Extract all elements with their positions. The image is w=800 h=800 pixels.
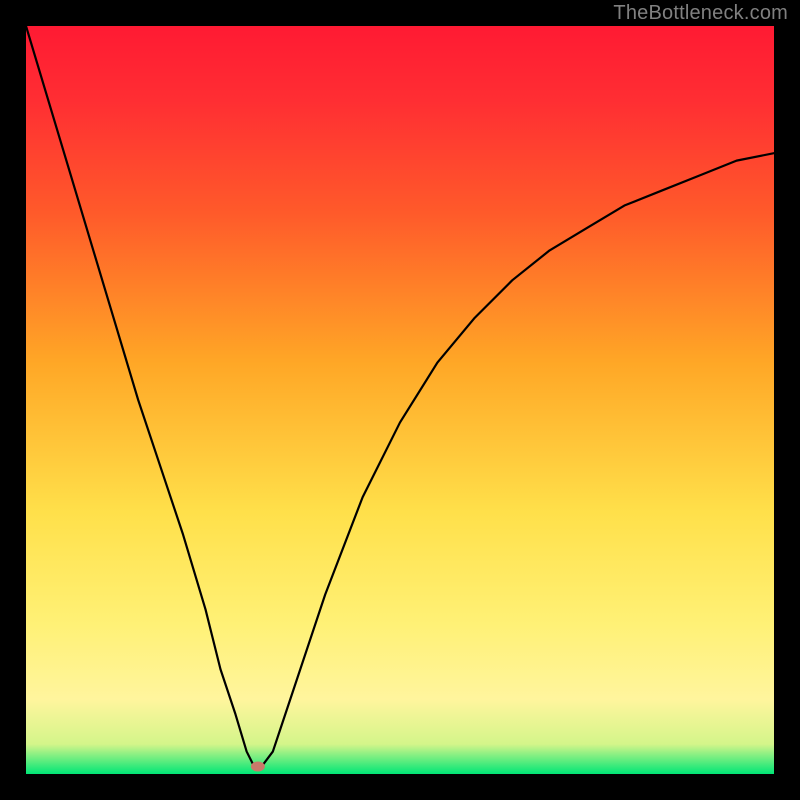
- chart-svg: [26, 26, 774, 774]
- watermark-text: TheBottleneck.com: [613, 2, 788, 25]
- optimal-point-marker: [251, 762, 265, 772]
- plot-area: [26, 26, 774, 774]
- chart-frame: TheBottleneck.com: [0, 0, 800, 800]
